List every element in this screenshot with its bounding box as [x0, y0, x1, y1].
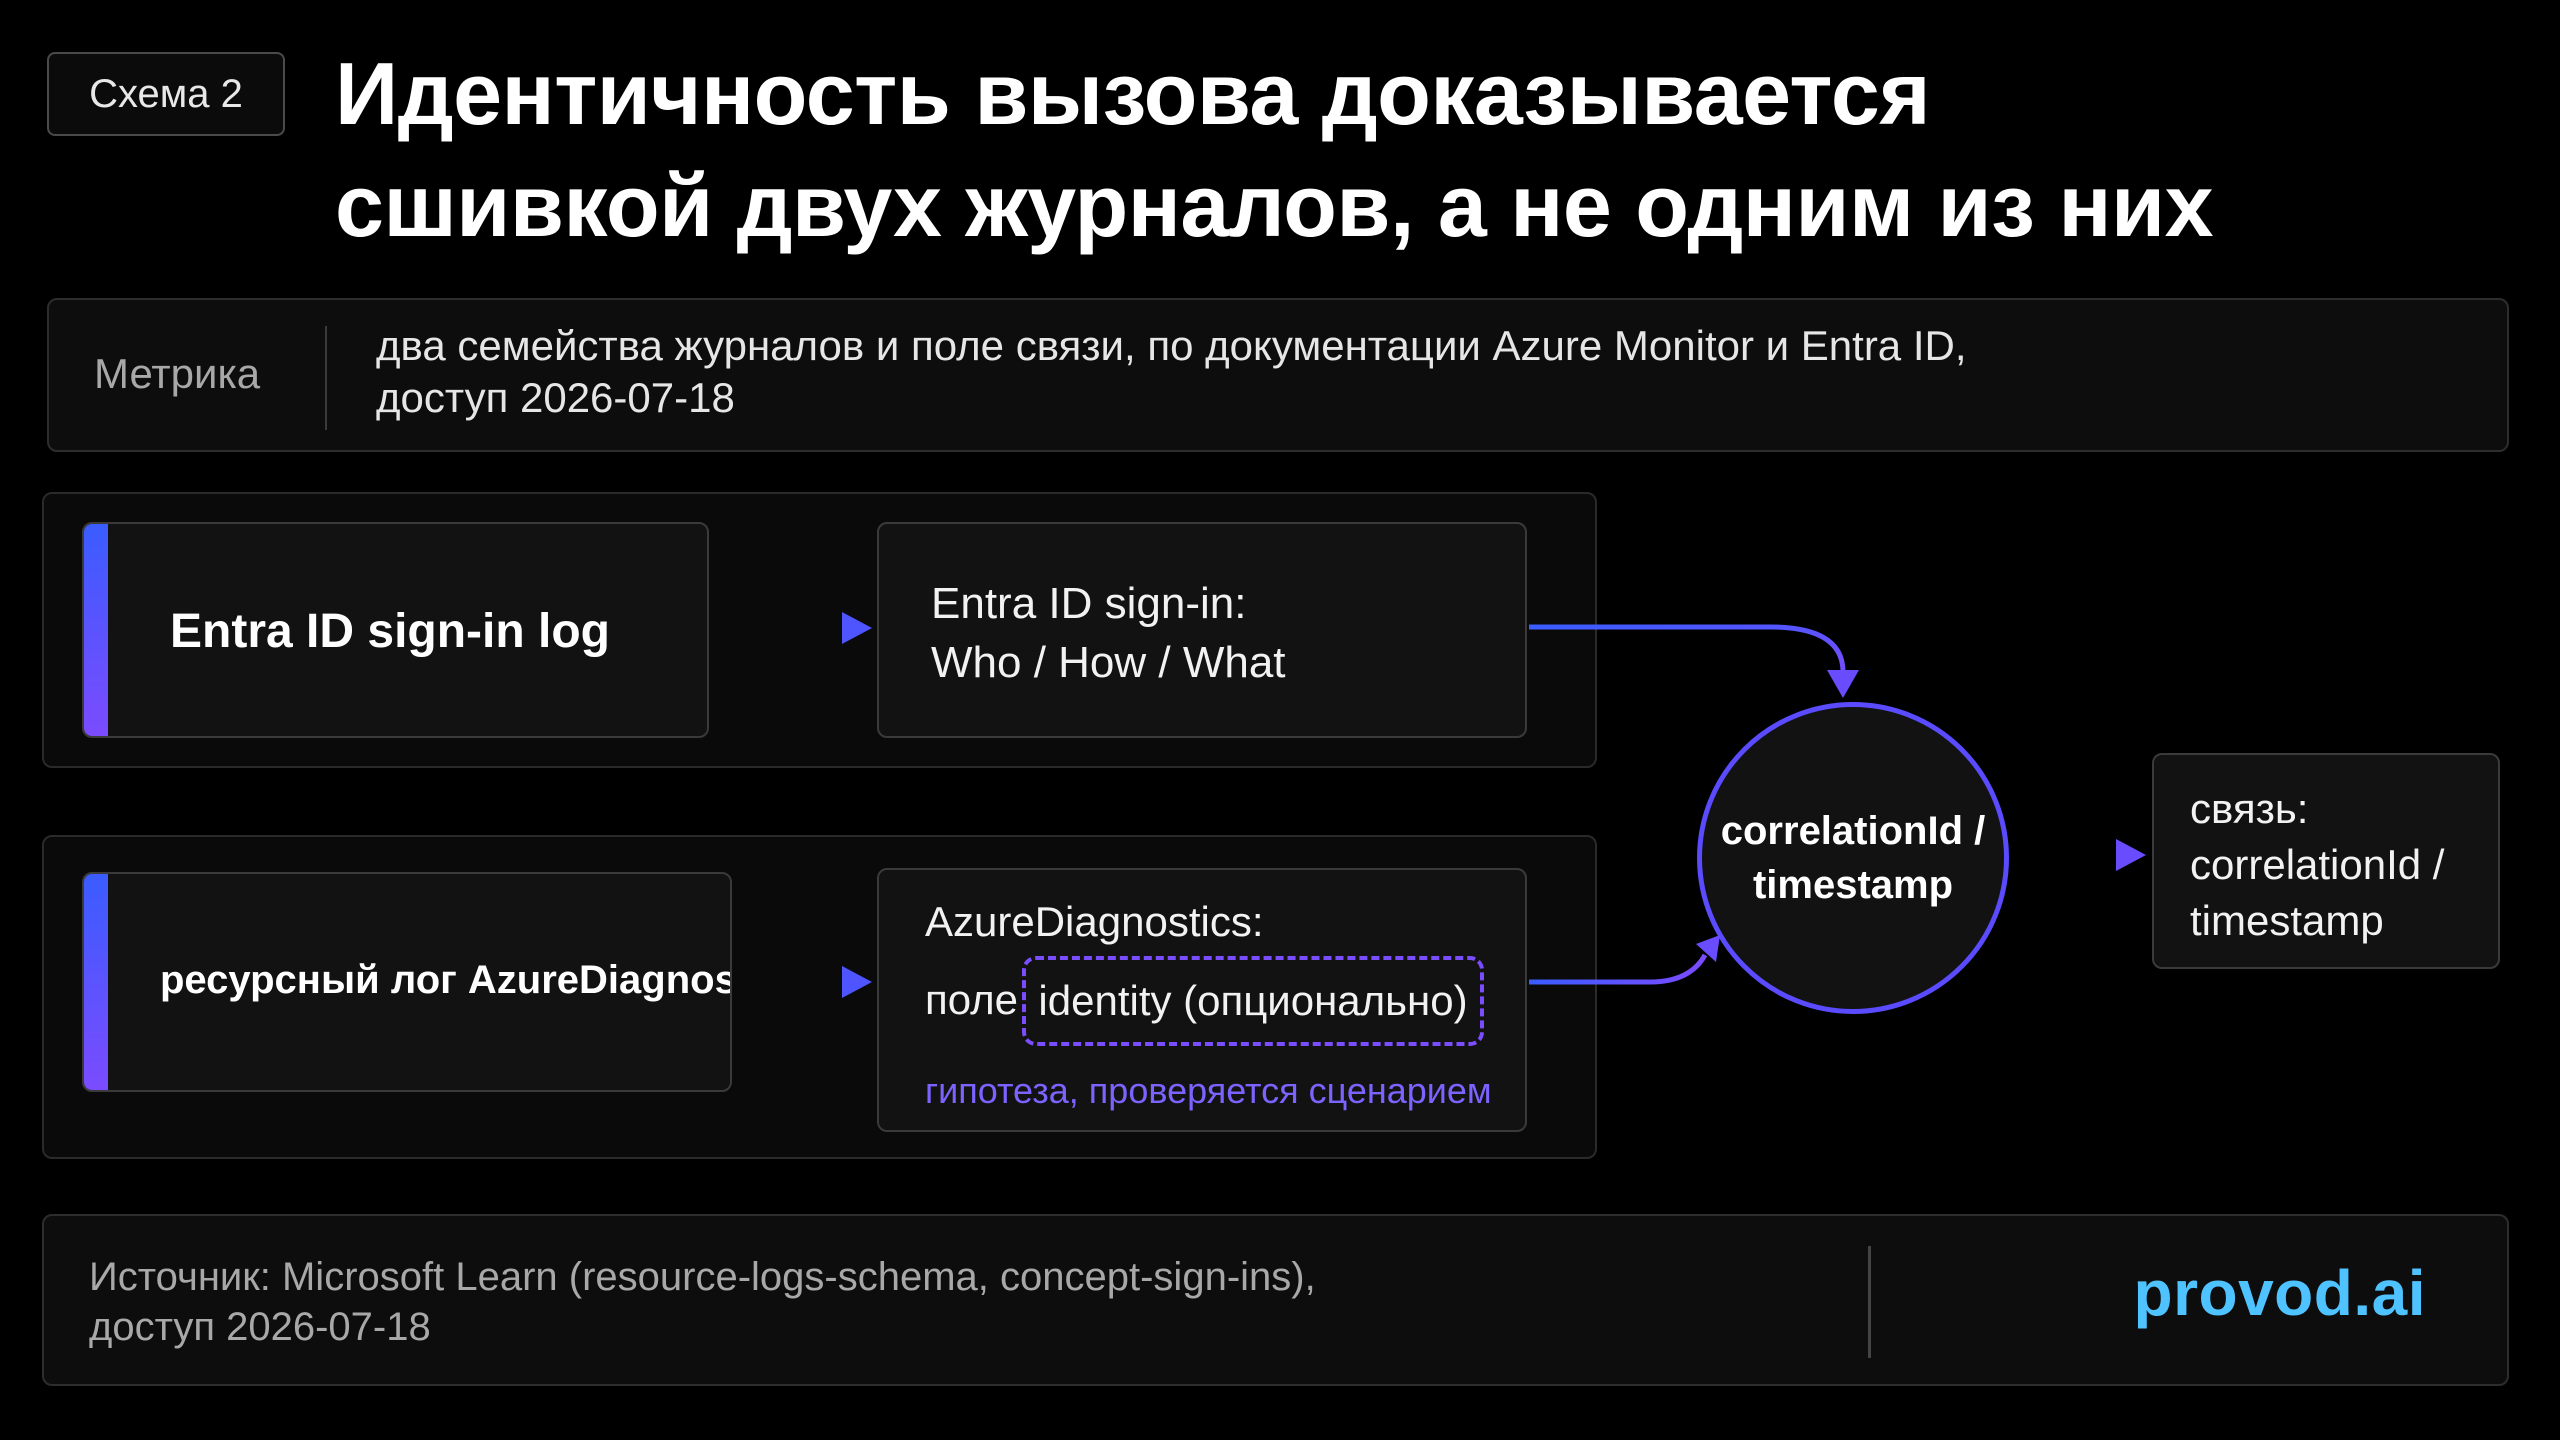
- arrow-signin-log-to-detail: [712, 612, 872, 644]
- footer-divider: [1868, 1246, 1871, 1358]
- arrow-resource-log-to-detail: [735, 966, 872, 998]
- source-citation: Источник: Microsoft Learn (resource-logs…: [89, 1252, 1316, 1352]
- footer-panel: Источник: Microsoft Learn (resource-logs…: [42, 1214, 2509, 1386]
- arrow-hub-to-output: [2012, 839, 2146, 871]
- arrow-signin-detail-to-hub: [1529, 624, 1859, 698]
- source-line-1: Источник: Microsoft Learn (resource-logs…: [89, 1255, 1316, 1299]
- brand-logo: provod.ai: [2133, 1257, 2426, 1329]
- source-line-2: доступ 2026-07-18: [89, 1305, 431, 1349]
- arrow-diag-detail-to-hub: [1529, 935, 1720, 985]
